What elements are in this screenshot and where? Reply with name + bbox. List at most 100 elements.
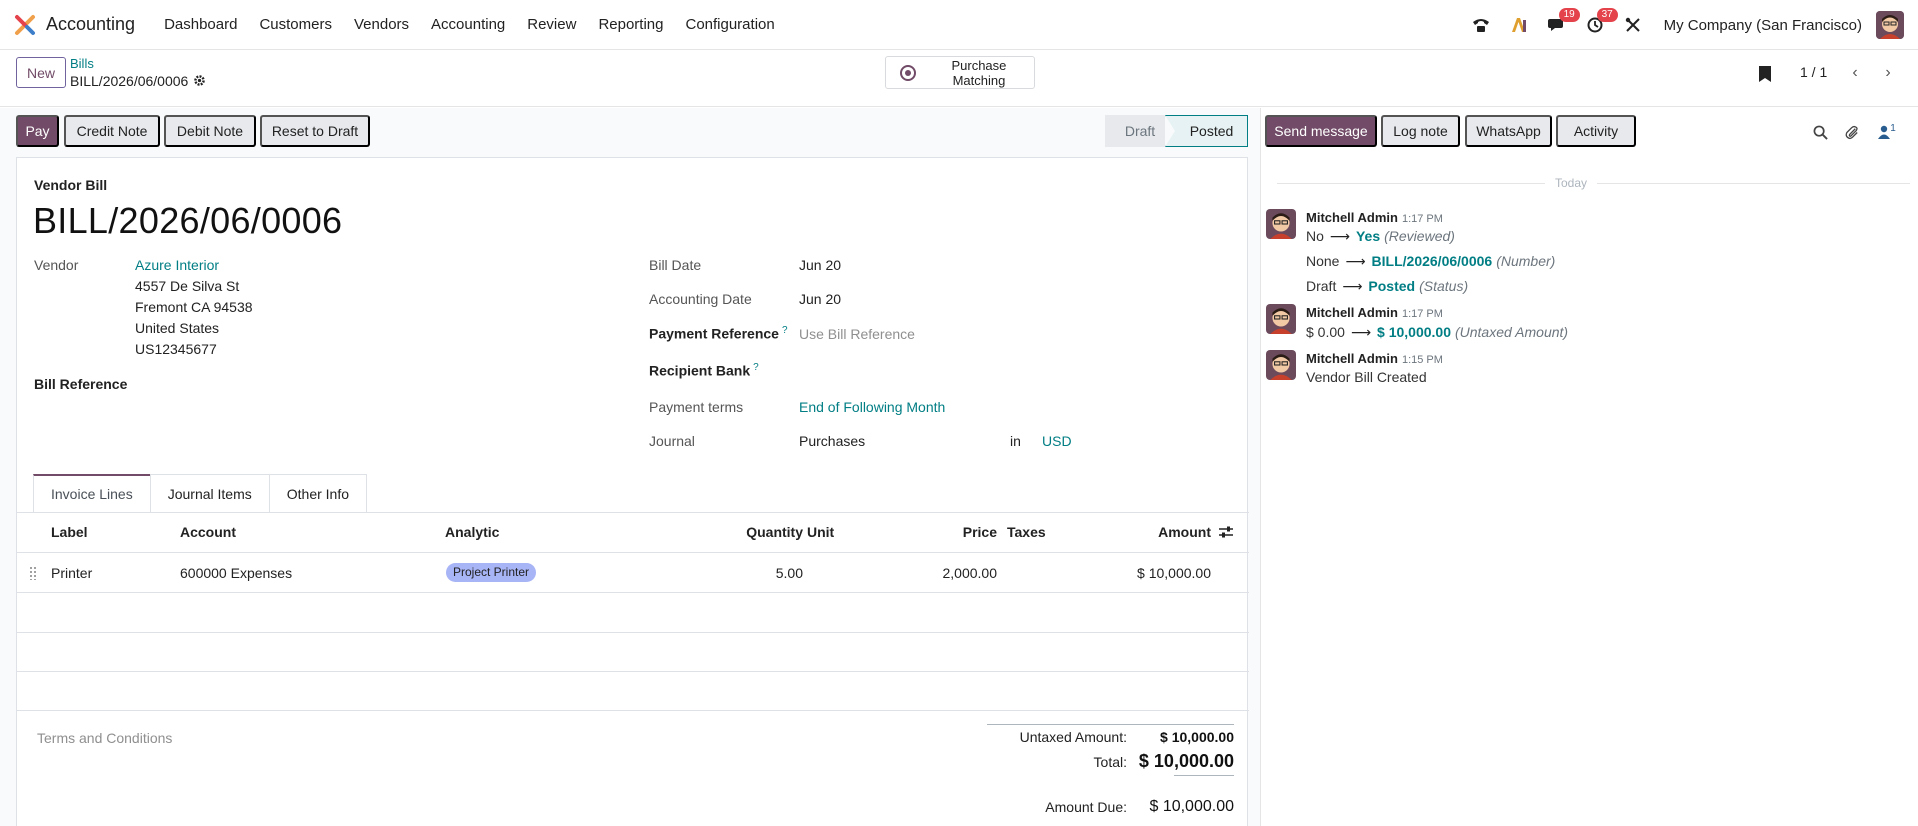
new-button[interactable]: New [16,57,66,88]
message-body: Vendor Bill Created [1306,369,1427,385]
col-unit[interactable]: Unit [807,524,834,540]
payment-terms-link[interactable]: End of Following Month [799,399,945,415]
tab-other-info[interactable]: Other Info [268,474,368,512]
terms-and-conditions-input[interactable]: Terms and Conditions [37,730,172,746]
new-value: Posted [1368,278,1416,294]
phone-icon[interactable] [1471,15,1491,35]
avatar[interactable] [1266,350,1296,380]
table-row[interactable]: Printer 600000 Expenses Project Printer … [17,554,1249,593]
payment-reference-input[interactable]: Use Bill Reference [799,326,915,342]
arrow-right-icon: ⟶ [1345,253,1366,269]
arrow-right-icon: ⟶ [1350,324,1372,340]
line-quantity[interactable]: 5.00 [703,565,803,581]
target-icon [900,64,916,81]
payment-terms-label: Payment terms [649,399,744,415]
app-name[interactable]: Accounting [46,14,135,35]
menu-review[interactable]: Review [527,16,576,33]
user-avatar[interactable] [1876,11,1904,39]
bill-reference-input[interactable] [135,372,535,394]
new-value: Yes [1355,228,1381,244]
journal-field[interactable]: Purchases [799,433,865,449]
line-price[interactable]: 2,000.00 [877,565,998,581]
line-amount[interactable]: $ 10,000.00 [1067,565,1211,581]
col-taxes[interactable]: Taxes [1007,524,1046,540]
menu-reporting[interactable]: Reporting [598,16,663,33]
analytic-tag[interactable]: Project Printer [446,563,537,582]
tracking-line: No ⟶ Yes (Reviewed) [1306,228,1455,245]
recipient-bank-input[interactable] [799,360,1239,382]
pager-value[interactable]: 1 / 1 [1800,64,1827,80]
menu-dashboard[interactable]: Dashboard [164,16,237,33]
optional-columns-icon[interactable] [1219,526,1233,538]
col-price[interactable]: Price [897,524,997,540]
status-draft[interactable]: Draft [1105,115,1165,147]
status-posted[interactable]: Posted [1165,115,1248,147]
gear-icon[interactable] [193,74,207,88]
help-icon[interactable]: ? [782,325,788,336]
line-account[interactable]: 600000 Expenses [180,565,292,581]
recipient-bank-label-text: Recipient Bank [649,362,751,379]
currency-link[interactable]: USD [1042,433,1072,449]
paperclip-icon[interactable] [1843,123,1861,141]
log-note-button[interactable]: Log note [1381,115,1460,147]
credit-note-button[interactable]: Credit Note [64,115,160,147]
tab-journal-items[interactable]: Journal Items [149,474,270,512]
message-author-name[interactable]: Mitchell Admin [1306,210,1398,225]
avatar[interactable] [1266,304,1296,334]
bookmark-icon[interactable] [1759,66,1771,82]
messages-badge: 19 [1558,8,1580,22]
search-icon[interactable] [1811,123,1829,141]
col-amount[interactable]: Amount [1117,524,1211,540]
drag-handle-icon[interactable] [29,566,37,580]
arrow-right-icon: ⟶ [1329,228,1350,244]
tracking-line: None ⟶ BILL/2026/06/0006 (Number) [1306,253,1555,270]
totals-divider [987,724,1234,725]
messages-icon[interactable]: 19 [1547,8,1580,35]
message-author[interactable]: Mitchell Admin 1:15 PM [1306,351,1443,366]
avatar[interactable] [1266,209,1296,239]
pager-next-icon[interactable]: › [1874,59,1902,87]
pay-button[interactable]: Pay [16,115,59,147]
tools-icon[interactable] [1623,15,1643,35]
breadcrumb-bills[interactable]: Bills [70,56,94,71]
col-analytic[interactable]: Analytic [445,524,499,540]
ai-icon[interactable] [1509,15,1529,35]
activity-button[interactable]: Activity [1556,115,1636,147]
message-author-name[interactable]: Mitchell Admin [1306,351,1398,366]
col-account[interactable]: Account [180,524,236,540]
menu-configuration[interactable]: Configuration [685,16,774,33]
line-label[interactable]: Printer [51,565,92,581]
help-icon[interactable]: ? [753,362,759,373]
message-time: 1:17 PM [1401,308,1443,320]
new-value: $ 10,000.00 [1377,324,1451,340]
bill-number-title: BILL/2026/06/0006 [33,200,343,241]
message-author[interactable]: Mitchell Admin 1:17 PM [1306,210,1443,225]
bill-date-field[interactable]: Jun 20 [799,257,841,273]
old-value: $ 0.00 [1306,324,1345,340]
whatsapp-button[interactable]: WhatsApp [1465,115,1552,147]
send-message-button[interactable]: Send message [1265,115,1377,147]
recipient-bank-label: Recipient Bank? [649,362,759,379]
tab-invoice-lines[interactable]: Invoice Lines [33,474,151,512]
menu-customers[interactable]: Customers [259,16,332,33]
pager-previous-icon[interactable]: ‹ [1841,59,1869,87]
message-author-name[interactable]: Mitchell Admin [1306,305,1398,320]
message-author[interactable]: Mitchell Admin 1:17 PM [1306,305,1443,320]
menu-vendors[interactable]: Vendors [354,16,409,33]
tracked-field: (Status) [1419,278,1469,294]
vendor-link[interactable]: Azure Interior [135,257,219,273]
reset-to-draft-button[interactable]: Reset to Draft [260,115,370,147]
company-switcher[interactable]: My Company (San Francisco) [1664,17,1862,34]
col-quantity[interactable]: Quantity [723,524,803,540]
followers-icon[interactable]: 1 [1875,123,1899,141]
purchase-matching-button[interactable]: Purchase Matching [885,56,1035,89]
menu-accounting[interactable]: Accounting [431,16,505,33]
activities-clock-icon[interactable]: 37 [1585,8,1618,35]
col-label[interactable]: Label [51,524,88,540]
tracked-field: (Reviewed) [1384,228,1455,244]
accounting-date-field[interactable]: Jun 20 [799,291,841,307]
debit-note-button[interactable]: Debit Note [164,115,256,147]
vendor-vat: US12345677 [135,341,217,357]
form-sheet: Vendor Bill BILL/2026/06/0006 Vendor Azu… [16,157,1249,826]
app-switcher[interactable]: Accounting [14,14,153,36]
